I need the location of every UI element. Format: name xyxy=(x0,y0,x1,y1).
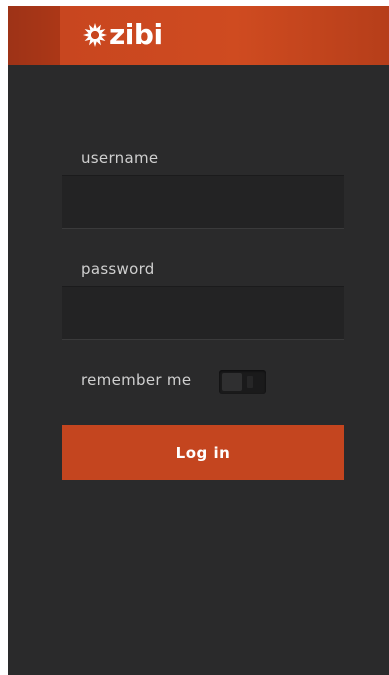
username-label: username xyxy=(81,149,159,167)
username-input[interactable] xyxy=(62,175,344,229)
password-input[interactable] xyxy=(62,286,344,340)
app-header: zibi xyxy=(8,6,389,65)
remember-me-toggle[interactable] xyxy=(219,370,266,394)
brand-logo: zibi xyxy=(82,21,163,49)
login-button[interactable]: Log in xyxy=(62,425,344,480)
header-side-panel xyxy=(8,6,60,65)
app-screen: zibi username password remember me Log i… xyxy=(8,6,389,675)
password-label: password xyxy=(81,260,155,278)
brand-name: zibi xyxy=(109,18,163,51)
toggle-track-notch xyxy=(247,376,253,388)
toggle-knob xyxy=(222,373,242,391)
remember-me-label: remember me xyxy=(81,371,192,389)
sunburst-logo-icon xyxy=(83,23,107,47)
